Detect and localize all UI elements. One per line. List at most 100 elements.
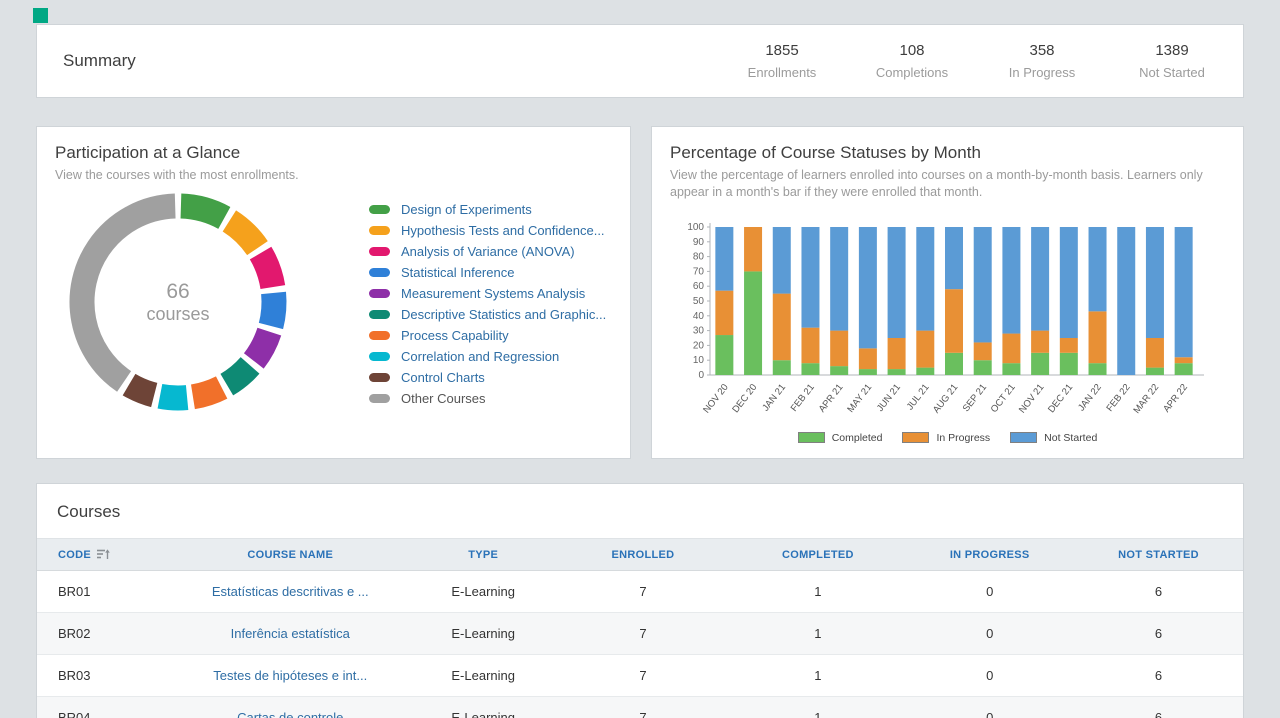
bar-in-progress-jul-21[interactable]: [916, 330, 934, 367]
cell-type: E-Learning: [411, 626, 556, 641]
x-axis-label: FEB 21: [789, 382, 817, 414]
bar-legend-item-in-progress[interactable]: In Progress: [902, 432, 990, 444]
bar-not-started-apr-22[interactable]: [1175, 227, 1193, 357]
bar-not-started-jan-21[interactable]: [773, 227, 791, 294]
course-name-link[interactable]: Testes de hipóteses e int...: [170, 668, 411, 683]
bar-not-started-feb-22[interactable]: [1117, 227, 1135, 375]
cell-in-progress: 0: [905, 584, 1074, 599]
bar-completed-feb-21[interactable]: [801, 363, 819, 375]
bar-not-started-aug-21[interactable]: [945, 227, 963, 289]
bar-legend-item-not-started[interactable]: Not Started: [1010, 432, 1097, 444]
donut-segment-other-courses[interactable]: [63, 187, 293, 417]
bar-not-started-apr-21[interactable]: [830, 227, 848, 331]
bar-not-started-oct-21[interactable]: [1002, 227, 1020, 334]
bar-completed-aug-21[interactable]: [945, 353, 963, 375]
bar-completed-mar-22[interactable]: [1146, 367, 1164, 374]
bar-not-started-jun-21[interactable]: [888, 227, 906, 338]
bar-completed-jan-22[interactable]: [1089, 363, 1107, 375]
bar-not-started-feb-21[interactable]: [801, 227, 819, 328]
statuses-title: Percentage of Course Statuses by Month: [670, 143, 1225, 163]
bar-in-progress-feb-21[interactable]: [801, 327, 819, 363]
bar-completed-jun-21[interactable]: [888, 369, 906, 375]
bar-chart-legend: Completed In Progress Not Started: [670, 432, 1225, 444]
column-header-label: ENROLLED: [612, 549, 675, 561]
bar-completed-sep-21[interactable]: [974, 360, 992, 375]
donut-segment-process-capability[interactable]: [63, 187, 293, 417]
bar-in-progress-sep-21[interactable]: [974, 342, 992, 360]
bar-in-progress-may-21[interactable]: [859, 348, 877, 369]
course-name-link[interactable]: Cartas de controle: [170, 710, 411, 718]
cell-not-started: 6: [1074, 626, 1243, 641]
column-header-completed[interactable]: COMPLETED: [730, 549, 905, 561]
bar-not-started-nov-21[interactable]: [1031, 227, 1049, 331]
y-tick-label: 40: [693, 311, 705, 322]
y-tick-label: 70: [693, 266, 705, 277]
bar-in-progress-jan-21[interactable]: [773, 293, 791, 360]
course-name-link[interactable]: Inferência estatística: [170, 626, 411, 641]
bar-in-progress-dec-20[interactable]: [744, 227, 762, 271]
bar-not-started-nov-20[interactable]: [715, 227, 733, 291]
donut-legend-item-control-charts[interactable]: Control Charts: [369, 367, 606, 388]
donut-segment-analysis-of-variance-anova[interactable]: [63, 187, 293, 417]
bar-completed-dec-21[interactable]: [1060, 353, 1078, 375]
bar-in-progress-dec-21[interactable]: [1060, 338, 1078, 353]
column-header-code[interactable]: CODE: [37, 549, 170, 561]
donut-segment-control-charts[interactable]: [63, 187, 293, 417]
bar-completed-apr-21[interactable]: [830, 366, 848, 375]
bar-not-started-jul-21[interactable]: [916, 227, 934, 331]
x-axis-label: JUL 21: [905, 382, 932, 412]
column-header-enrolled[interactable]: ENROLLED: [556, 549, 731, 561]
donut-segment-measurement-systems-analysis[interactable]: [63, 187, 293, 417]
bar-in-progress-nov-21[interactable]: [1031, 330, 1049, 352]
bar-not-started-may-21[interactable]: [859, 227, 877, 348]
bar-legend-item-completed[interactable]: Completed: [798, 432, 883, 444]
x-axis-label: NOV 21: [1017, 382, 1046, 415]
bar-in-progress-aug-21[interactable]: [945, 289, 963, 353]
bar-chart-wrap: 0102030405060708090100NOV 20DEC 20JAN 21…: [670, 215, 1225, 426]
bar-completed-oct-21[interactable]: [1002, 363, 1020, 375]
bar-completed-may-21[interactable]: [859, 369, 877, 375]
x-axis-label: APR 21: [817, 382, 846, 415]
bar-in-progress-nov-20[interactable]: [715, 290, 733, 334]
donut-legend-item-statistical-inference[interactable]: Statistical Inference: [369, 262, 606, 283]
bar-in-progress-jun-21[interactable]: [888, 338, 906, 369]
column-header-not-started[interactable]: NOT STARTED: [1074, 549, 1243, 561]
bar-in-progress-mar-22[interactable]: [1146, 338, 1164, 368]
column-header-in-progress[interactable]: IN PROGRESS: [905, 549, 1074, 561]
donut-legend-item-descriptive-statistics-and-graphic[interactable]: Descriptive Statistics and Graphic...: [369, 304, 606, 325]
bar-in-progress-jan-22[interactable]: [1089, 311, 1107, 363]
donut-legend-item-hypothesis-tests-and-confidence[interactable]: Hypothesis Tests and Confidence...: [369, 220, 606, 241]
column-header-name[interactable]: COURSE NAME: [170, 549, 411, 561]
stat-value: 1855: [745, 42, 819, 59]
legend-label: Process Capability: [401, 328, 509, 343]
bar-not-started-sep-21[interactable]: [974, 227, 992, 342]
bar-not-started-jan-22[interactable]: [1089, 227, 1107, 311]
bar-not-started-mar-22[interactable]: [1146, 227, 1164, 338]
bar-completed-dec-20[interactable]: [744, 271, 762, 375]
column-header-type[interactable]: TYPE: [411, 549, 556, 561]
donut-legend-item-process-capability[interactable]: Process Capability: [369, 325, 606, 346]
course-name-link[interactable]: Estatísticas descritivas e ...: [170, 584, 411, 599]
donut-legend-item-analysis-of-variance-anova[interactable]: Analysis of Variance (ANOVA): [369, 241, 606, 262]
bar-in-progress-oct-21[interactable]: [1002, 333, 1020, 363]
donut-segment-descriptive-statistics-and-graphic[interactable]: [63, 187, 293, 417]
bar-completed-nov-20[interactable]: [715, 335, 733, 375]
bar-completed-jan-21[interactable]: [773, 360, 791, 375]
column-header-label: NOT STARTED: [1118, 549, 1199, 561]
bar-completed-jul-21[interactable]: [916, 367, 934, 374]
courses-table-header: CODECOURSE NAMETYPE ENROLLED COMPLETEDIN P…: [37, 538, 1243, 571]
donut-segment-hypothesis-tests-and-confidence[interactable]: [63, 187, 293, 417]
bar-completed-nov-21[interactable]: [1031, 353, 1049, 375]
x-axis-label: DEC 21: [1046, 382, 1075, 415]
donut-legend-item-design-of-experiments[interactable]: Design of Experiments: [369, 199, 606, 220]
bar-completed-apr-22[interactable]: [1175, 363, 1193, 375]
summary-stat-not-started: 1389Not Started: [1135, 42, 1209, 80]
bar-in-progress-apr-22[interactable]: [1175, 357, 1193, 363]
legend-swatch: [369, 394, 390, 403]
donut-legend-item-measurement-systems-analysis[interactable]: Measurement Systems Analysis: [369, 283, 606, 304]
donut-legend-item-correlation-and-regression[interactable]: Correlation and Regression: [369, 346, 606, 367]
bar-in-progress-apr-21[interactable]: [830, 330, 848, 366]
sort-icon: [97, 549, 110, 560]
legend-swatch: [369, 268, 390, 277]
bar-not-started-dec-21[interactable]: [1060, 227, 1078, 338]
